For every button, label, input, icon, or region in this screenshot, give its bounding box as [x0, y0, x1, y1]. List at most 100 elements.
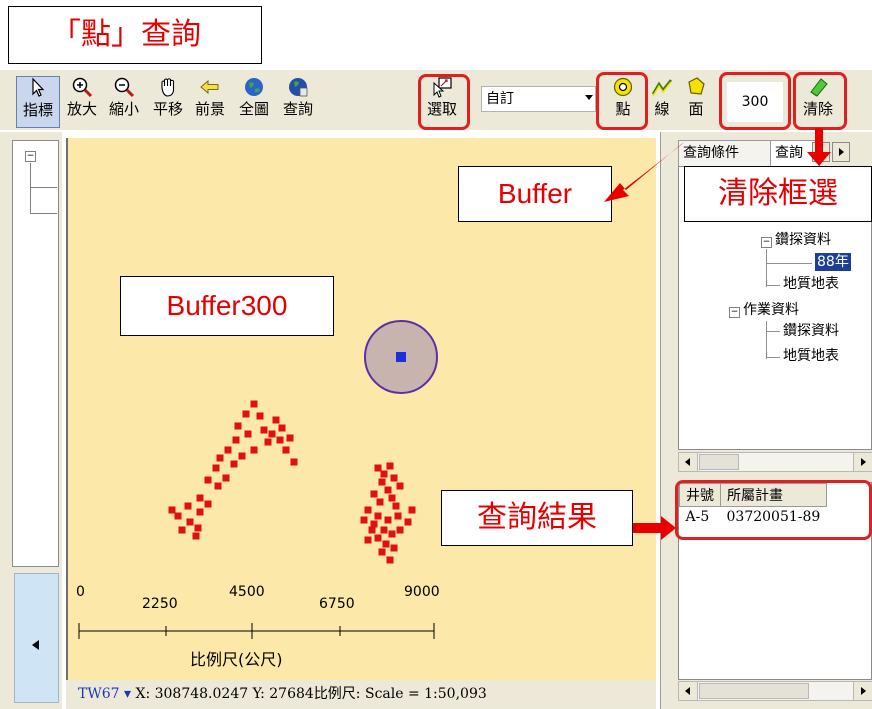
borehole-point[interactable] [396, 526, 404, 534]
borehole-point[interactable] [394, 512, 402, 520]
borehole-point[interactable] [216, 454, 224, 462]
borehole-point[interactable] [214, 482, 222, 490]
tab-query-conditions[interactable]: 查詢條件 [678, 140, 774, 166]
tree-item[interactable]: 地質地表 [783, 275, 839, 293]
map-canvas[interactable]: 0 2250 4500 6750 9000 比例尺(公尺) [66, 138, 656, 709]
borehole-point[interactable] [278, 424, 286, 432]
borehole-point[interactable] [290, 458, 298, 466]
borehole-point[interactable] [368, 526, 376, 534]
scroll-thumb[interactable] [699, 454, 739, 470]
selection-mode-dropdown[interactable]: 自訂 [481, 86, 596, 112]
borehole-point[interactable] [408, 506, 416, 514]
borehole-point[interactable] [174, 512, 182, 520]
borehole-point[interactable] [264, 438, 272, 446]
scroll-left-button[interactable] [679, 453, 698, 471]
borehole-point[interactable] [186, 518, 194, 526]
layer-tree-mini[interactable]: − [12, 140, 59, 567]
borehole-point[interactable] [234, 422, 242, 430]
query-button[interactable]: 查詢 [276, 76, 320, 128]
borehole-point[interactable] [168, 506, 176, 514]
line-tool-button[interactable]: 線 [650, 76, 674, 128]
borehole-point[interactable] [244, 430, 252, 438]
borehole-point[interactable] [382, 540, 390, 548]
tree-scrollbar[interactable] [678, 452, 872, 472]
scale-tick-label: 0 [76, 584, 85, 600]
scroll-left-button[interactable] [679, 682, 698, 700]
zoom-out-button[interactable]: 縮小 [102, 76, 146, 128]
scroll-right-button[interactable] [853, 453, 872, 471]
borehole-point[interactable] [390, 474, 398, 482]
borehole-point[interactable] [268, 430, 276, 438]
tree-item[interactable]: 地質地表 [783, 347, 839, 365]
tree-item-selected[interactable]: 88年 [815, 253, 851, 271]
borehole-point[interactable] [212, 464, 220, 472]
borehole-point[interactable] [380, 526, 388, 534]
borehole-point[interactable] [390, 544, 398, 552]
pointer-button[interactable]: 指標 [16, 76, 60, 128]
full-extent-button[interactable]: 全圖 [232, 76, 276, 128]
borehole-point[interactable] [384, 516, 392, 524]
borehole-point[interactable] [204, 500, 212, 508]
borehole-point[interactable] [222, 474, 230, 482]
borehole-point[interactable] [386, 462, 394, 470]
borehole-point[interactable] [374, 464, 382, 472]
pan-button[interactable]: 平移 [146, 76, 190, 128]
panel-collapse-tab[interactable] [14, 573, 59, 703]
borehole-point[interactable] [404, 518, 412, 526]
scroll-right-button[interactable] [853, 682, 872, 700]
borehole-point[interactable] [194, 524, 202, 532]
borehole-point[interactable] [360, 516, 368, 524]
borehole-point[interactable] [196, 508, 204, 516]
triangle-left-icon [685, 458, 690, 466]
borehole-point[interactable] [370, 490, 378, 498]
borehole-point[interactable] [272, 416, 280, 424]
scroll-thumb[interactable] [699, 683, 809, 699]
tree-item[interactable]: 鑽探資料 [783, 322, 839, 340]
borehole-point[interactable] [184, 502, 192, 510]
borehole-point[interactable] [204, 476, 212, 484]
borehole-point[interactable] [370, 520, 378, 528]
borehole-point[interactable] [238, 452, 246, 460]
borehole-point[interactable] [378, 548, 386, 556]
borehole-point[interactable] [386, 556, 394, 564]
borehole-point[interactable] [260, 426, 268, 434]
tree-item[interactable]: 鑽探資料 [775, 231, 831, 249]
borehole-point[interactable] [378, 478, 386, 486]
borehole-point[interactable] [364, 536, 372, 544]
polygon-tool-button[interactable]: 面 [676, 76, 716, 128]
borehole-point[interactable] [380, 470, 388, 478]
borehole-point[interactable] [178, 526, 186, 534]
borehole-point[interactable] [374, 512, 382, 520]
tree-item[interactable]: 作業資料 [743, 301, 799, 319]
tab-scroll-left[interactable] [812, 142, 830, 162]
borehole-point[interactable] [192, 532, 200, 540]
borehole-point[interactable] [392, 502, 400, 510]
borehole-point[interactable] [230, 460, 238, 468]
borehole-point[interactable] [376, 498, 384, 506]
borehole-point[interactable] [282, 446, 290, 454]
borehole-point[interactable] [256, 412, 264, 420]
borehole-point[interactable] [388, 494, 396, 502]
borehole-point[interactable] [276, 436, 284, 444]
borehole-point[interactable] [242, 410, 250, 418]
scale-caption: 比例尺(公尺) [190, 650, 283, 669]
chevron-down-icon[interactable]: ▾ [124, 686, 131, 702]
borehole-point[interactable] [232, 436, 240, 444]
collapse-icon[interactable]: − [729, 307, 740, 318]
zoom-in-button[interactable]: 放大 [60, 76, 104, 128]
borehole-point[interactable] [250, 400, 258, 408]
borehole-point[interactable] [396, 482, 404, 490]
borehole-point[interactable] [388, 530, 396, 538]
borehole-point[interactable] [384, 486, 392, 494]
borehole-point[interactable] [224, 446, 232, 454]
collapse-icon[interactable]: − [761, 237, 772, 248]
borehole-point[interactable] [196, 494, 204, 502]
borehole-point[interactable] [250, 446, 258, 454]
borehole-point[interactable] [286, 434, 294, 442]
results-scrollbar[interactable] [678, 681, 872, 701]
previous-extent-button[interactable]: 前景 [188, 76, 232, 128]
collapse-icon[interactable]: − [25, 151, 36, 162]
borehole-point[interactable] [364, 506, 372, 514]
tab-scroll-right[interactable] [832, 142, 850, 162]
borehole-point[interactable] [374, 534, 382, 542]
